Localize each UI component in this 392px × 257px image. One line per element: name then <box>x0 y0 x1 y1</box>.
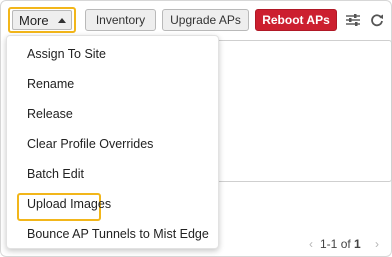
upgrade-aps-button[interactable]: Upgrade APs <box>162 9 249 31</box>
inventory-button-label: Inventory <box>95 13 146 27</box>
sliders-icon[interactable] <box>344 11 362 29</box>
menu-item-clear-profile-overrides[interactable]: Clear Profile Overrides <box>27 137 153 151</box>
pagination-info: 1-1 of 1 <box>320 237 361 251</box>
pagination-total: 1 <box>354 237 361 251</box>
prev-page-icon[interactable]: ‹ <box>309 237 313 251</box>
more-dropdown-menu: Assign To Site Rename Release Clear Prof… <box>6 35 219 249</box>
pagination-range: 1-1 <box>320 237 338 251</box>
menu-item-assign-to-site[interactable]: Assign To Site <box>27 47 106 61</box>
caret-up-icon <box>57 17 66 23</box>
reboot-aps-button-label: Reboot APs <box>262 13 330 27</box>
more-button-inner: More <box>12 10 72 30</box>
menu-item-rename[interactable]: Rename <box>27 77 74 91</box>
more-button-label: More <box>19 12 49 28</box>
pagination-of: of <box>340 237 351 251</box>
refresh-icon[interactable] <box>368 11 386 29</box>
reboot-aps-button[interactable]: Reboot APs <box>255 9 337 31</box>
menu-item-bounce-ap-tunnels[interactable]: Bounce AP Tunnels to Mist Edge <box>27 227 209 241</box>
menu-item-upload-images[interactable]: Upload Images <box>27 197 111 211</box>
inventory-button[interactable]: Inventory <box>85 9 156 31</box>
next-page-icon[interactable]: › <box>375 237 379 251</box>
menu-item-batch-edit[interactable]: Batch Edit <box>27 167 84 181</box>
more-dropdown-button[interactable]: More <box>8 7 76 33</box>
upgrade-aps-button-label: Upgrade APs <box>170 13 241 27</box>
menu-item-release[interactable]: Release <box>27 107 73 121</box>
